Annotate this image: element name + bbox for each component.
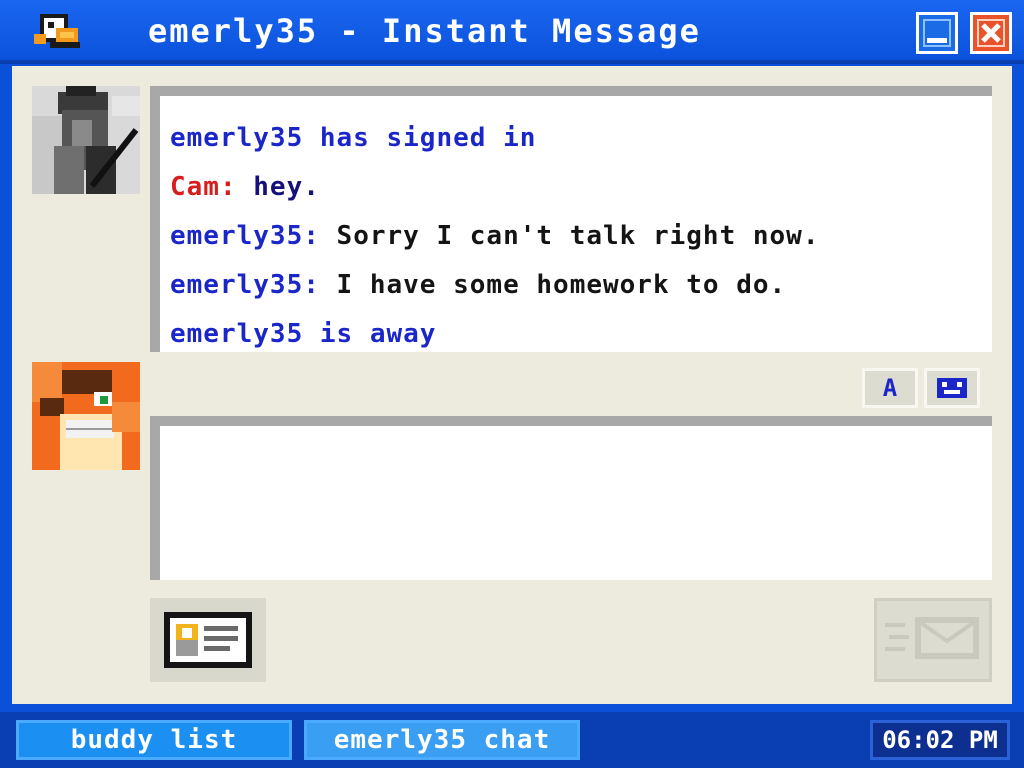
minimize-bar bbox=[927, 38, 947, 43]
emoticon-icon bbox=[937, 378, 967, 398]
chat-log[interactable]: emerly35 has signed in Cam: hey. emerly3… bbox=[150, 86, 992, 352]
chat-line: emerly35: Sorry I can't talk right now. bbox=[170, 212, 982, 261]
view-profile-button[interactable] bbox=[150, 598, 266, 682]
im-panel: emerly35 has signed in Cam: hey. emerly3… bbox=[12, 66, 1012, 704]
system-clock: 06:02 PM bbox=[870, 720, 1010, 760]
taskbar: buddy list emerly35 chat 06:02 PM bbox=[0, 712, 1024, 768]
self-avatar-image bbox=[32, 362, 140, 470]
buddy-list-tab[interactable]: buddy list bbox=[16, 720, 292, 760]
chat-window-tab[interactable]: emerly35 chat bbox=[304, 720, 580, 760]
profile-card-icon bbox=[164, 612, 252, 668]
emoticon-button[interactable] bbox=[924, 368, 980, 408]
duck-messenger-icon bbox=[34, 14, 80, 48]
close-button[interactable] bbox=[970, 12, 1012, 54]
system-message: emerly35 has signed in bbox=[170, 123, 537, 153]
send-envelope-icon bbox=[885, 617, 979, 659]
message-input[interactable] bbox=[168, 434, 988, 576]
buddy-sender-name: Cam: bbox=[170, 172, 237, 202]
im-screen: emerly35 - Instant Message emerly35 has … bbox=[0, 0, 1024, 768]
font-style-icon: A bbox=[882, 374, 898, 402]
system-message: emerly35 is away bbox=[170, 319, 437, 349]
buddy-avatar-image bbox=[32, 86, 140, 194]
self-sender-name: emerly35: bbox=[170, 221, 320, 251]
chat-line: Cam: hey. bbox=[170, 163, 982, 212]
self-message-text: I have some homework to do. bbox=[319, 270, 787, 300]
minimize-button[interactable] bbox=[916, 12, 958, 54]
chat-line-status: emerly35 is away bbox=[170, 310, 982, 359]
window-title: emerly35 - Instant Message bbox=[148, 12, 701, 50]
send-button[interactable] bbox=[874, 598, 992, 682]
chat-line: emerly35: I have some homework to do. bbox=[170, 261, 982, 310]
message-compose-area[interactable] bbox=[150, 416, 992, 580]
font-style-button[interactable]: A bbox=[862, 368, 918, 408]
close-icon bbox=[977, 19, 1005, 47]
self-message-text: Sorry I can't talk right now. bbox=[319, 221, 820, 251]
self-sender-name: emerly35: bbox=[170, 270, 320, 300]
title-bar[interactable]: emerly35 - Instant Message bbox=[0, 0, 1024, 64]
buddy-message-text: hey. bbox=[236, 172, 320, 202]
chat-line-status: emerly35 has signed in bbox=[170, 114, 982, 163]
